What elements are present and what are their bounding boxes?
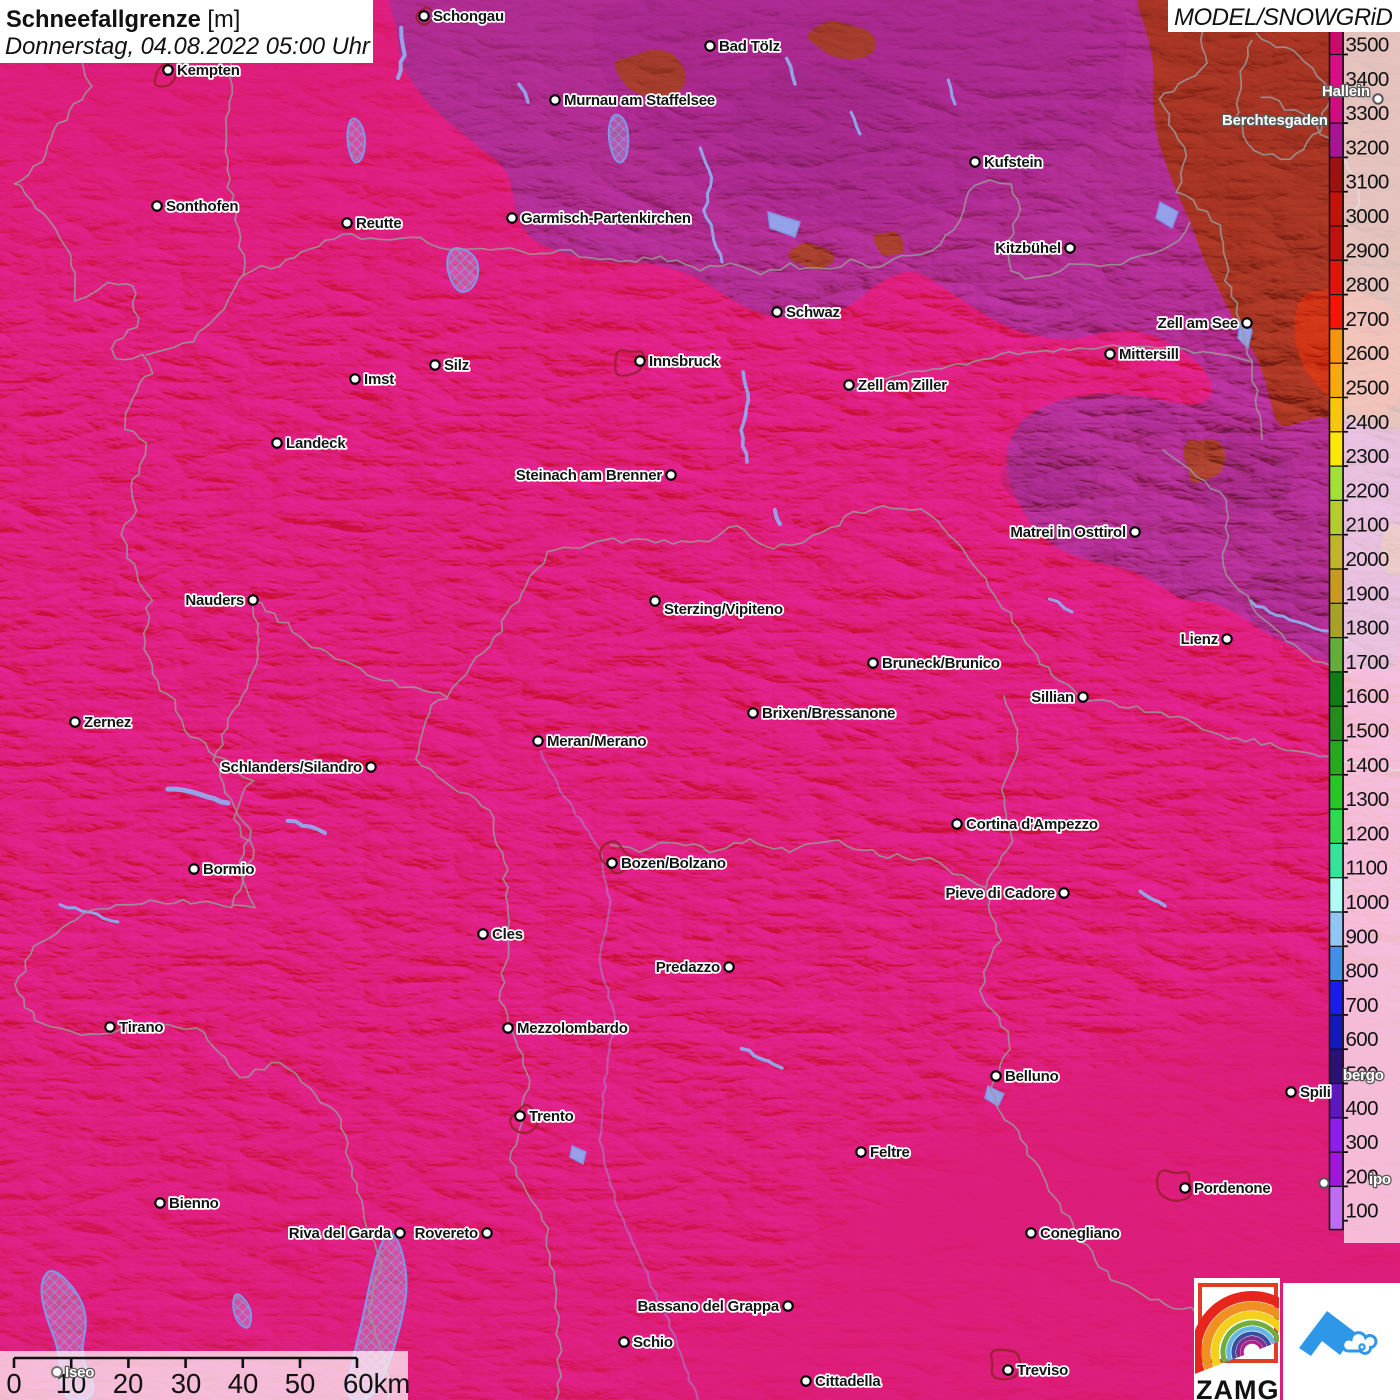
svg-text:Hallein: Hallein: [1322, 83, 1370, 100]
svg-text:3000: 3000: [1346, 205, 1389, 228]
svg-text:60km: 60km: [343, 1368, 410, 1399]
svg-text:1400: 1400: [1346, 754, 1389, 777]
svg-text:2900: 2900: [1346, 239, 1389, 262]
svg-text:2100: 2100: [1346, 514, 1389, 537]
svg-text:MODEL/SNOWGRiD: MODEL/SNOWGRiD: [1174, 4, 1393, 31]
svg-text:2400: 2400: [1346, 411, 1389, 434]
svg-text:3300: 3300: [1346, 102, 1389, 125]
svg-text:ipo: ipo: [1369, 1171, 1391, 1188]
svg-text:2300: 2300: [1346, 445, 1389, 468]
svg-text:2600: 2600: [1346, 342, 1389, 365]
svg-text:1900: 1900: [1346, 582, 1389, 605]
svg-text:Riva del Garda: Riva del Garda: [289, 1225, 392, 1242]
svg-text:Garmisch-Partenkirchen: Garmisch-Partenkirchen: [521, 210, 691, 227]
svg-text:700: 700: [1346, 994, 1379, 1017]
svg-text:Sillian: Sillian: [1031, 689, 1074, 706]
svg-text:Conegliano: Conegliano: [1040, 1225, 1120, 1242]
svg-text:Sonthofen: Sonthofen: [166, 198, 238, 215]
svg-text:Bassano del Grappa: Bassano del Grappa: [638, 1298, 780, 1315]
svg-text:Schneefallgrenze [m]: Schneefallgrenze [m]: [6, 7, 240, 33]
svg-text:Donnerstag, 04.08.2022 05:00 U: Donnerstag, 04.08.2022 05:00 Uhr: [5, 34, 371, 60]
svg-text:Reutte: Reutte: [356, 215, 401, 232]
svg-text:300: 300: [1346, 1131, 1379, 1154]
svg-text:ZAMG: ZAMG: [1196, 1375, 1279, 1400]
svg-text:Mittersill: Mittersill: [1119, 346, 1179, 363]
svg-text:Schlanders/Silandro: Schlanders/Silandro: [221, 759, 362, 776]
svg-text:50: 50: [285, 1368, 316, 1399]
svg-text:Steinach am Brenner: Steinach am Brenner: [516, 467, 663, 484]
svg-text:Pieve di Cadore: Pieve di Cadore: [945, 885, 1055, 902]
svg-text:Bad Tölz: Bad Tölz: [719, 38, 780, 55]
svg-text:Brixen/Bressanone: Brixen/Bressanone: [762, 705, 895, 722]
svg-text:Cittadella: Cittadella: [815, 1373, 881, 1390]
svg-text:Spili: Spili: [1300, 1084, 1331, 1101]
svg-text:Schongau: Schongau: [433, 8, 504, 25]
svg-text:Bruneck/Brunico: Bruneck/Brunico: [882, 655, 1000, 672]
svg-text:Rovereto: Rovereto: [415, 1225, 478, 1242]
svg-text:Trento: Trento: [529, 1108, 574, 1125]
svg-text:2000: 2000: [1346, 548, 1389, 571]
svg-text:30: 30: [171, 1368, 202, 1399]
svg-text:Pordenone: Pordenone: [1194, 1180, 1271, 1197]
svg-text:1800: 1800: [1346, 617, 1389, 640]
svg-text:1100: 1100: [1346, 857, 1388, 880]
svg-text:Belluno: Belluno: [1005, 1068, 1059, 1085]
svg-text:bergo: bergo: [1343, 1067, 1384, 1084]
svg-text:1200: 1200: [1346, 822, 1389, 845]
svg-text:Nauders: Nauders: [185, 592, 244, 609]
svg-text:Schwaz: Schwaz: [786, 304, 840, 321]
svg-text:Schio: Schio: [633, 1334, 673, 1351]
svg-text:0: 0: [6, 1368, 21, 1399]
svg-text:40: 40: [228, 1368, 259, 1399]
svg-text:Cortina d'Ampezzo: Cortina d'Ampezzo: [966, 816, 1098, 833]
svg-text:Matrei in Osttirol: Matrei in Osttirol: [1010, 524, 1126, 541]
svg-text:2200: 2200: [1346, 479, 1389, 502]
svg-text:Landeck: Landeck: [286, 435, 346, 452]
svg-text:600: 600: [1346, 1028, 1379, 1051]
svg-text:Bozen/Bolzano: Bozen/Bolzano: [621, 855, 726, 872]
svg-text:20: 20: [113, 1368, 144, 1399]
svg-text:Bienno: Bienno: [169, 1195, 219, 1212]
svg-text:Treviso: Treviso: [1017, 1362, 1068, 1379]
svg-text:Kitzbühel: Kitzbühel: [995, 240, 1061, 257]
svg-text:Kufstein: Kufstein: [984, 154, 1042, 171]
svg-text:400: 400: [1346, 1097, 1379, 1120]
svg-text:Bormio: Bormio: [203, 861, 254, 878]
svg-text:3200: 3200: [1346, 136, 1389, 159]
svg-text:800: 800: [1346, 960, 1379, 983]
svg-text:Innsbruck: Innsbruck: [649, 353, 720, 370]
svg-text:100: 100: [1346, 1200, 1379, 1223]
svg-text:Zell am See: Zell am See: [1158, 315, 1238, 332]
svg-text:Feltre: Feltre: [870, 1144, 910, 1161]
svg-text:Imst: Imst: [364, 371, 394, 388]
svg-text:Kempten: Kempten: [177, 62, 240, 79]
svg-text:Murnau am Staffelsee: Murnau am Staffelsee: [564, 92, 715, 109]
svg-text:Mezzolombardo: Mezzolombardo: [517, 1020, 628, 1037]
svg-text:Iseo: Iseo: [65, 1364, 94, 1381]
svg-text:Silz: Silz: [444, 357, 469, 374]
svg-text:2500: 2500: [1346, 377, 1389, 400]
svg-text:3100: 3100: [1346, 171, 1389, 194]
svg-text:900: 900: [1346, 925, 1379, 948]
svg-text:Zernez: Zernez: [84, 714, 131, 731]
svg-text:1700: 1700: [1346, 651, 1389, 674]
svg-text:1300: 1300: [1346, 788, 1389, 811]
svg-text:1500: 1500: [1346, 720, 1389, 743]
svg-text:2700: 2700: [1346, 308, 1389, 331]
svg-text:Sterzing/Vipiteno: Sterzing/Vipiteno: [664, 601, 783, 618]
svg-text:2800: 2800: [1346, 274, 1389, 297]
svg-text:3500: 3500: [1346, 34, 1389, 57]
svg-text:Predazzo: Predazzo: [656, 959, 720, 976]
svg-text:Berchtesgaden: Berchtesgaden: [1222, 112, 1328, 129]
svg-text:Lienz: Lienz: [1181, 631, 1218, 648]
svg-text:Zell am Ziller: Zell am Ziller: [858, 377, 947, 394]
svg-text:Tirano: Tirano: [119, 1019, 163, 1036]
svg-text:Cles: Cles: [492, 926, 523, 943]
svg-text:1600: 1600: [1346, 685, 1389, 708]
svg-text:1000: 1000: [1346, 891, 1389, 914]
svg-text:Meran/Merano: Meran/Merano: [547, 733, 646, 750]
